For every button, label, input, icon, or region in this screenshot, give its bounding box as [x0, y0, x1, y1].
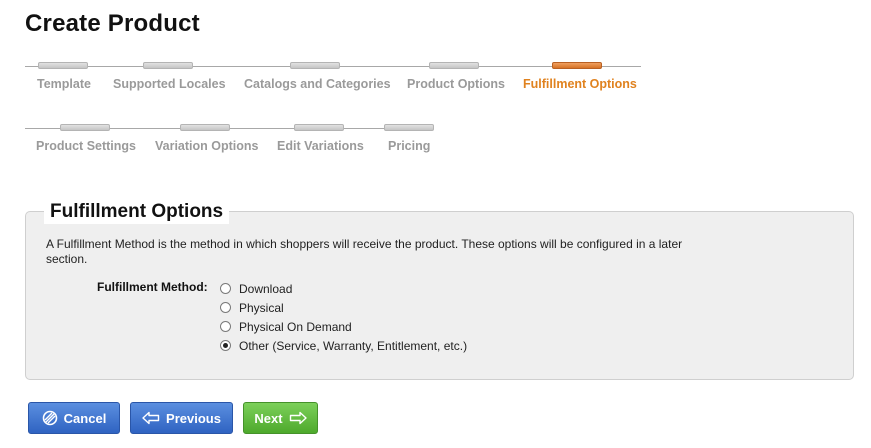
step-label: Template: [37, 77, 91, 91]
cancel-icon: [42, 410, 58, 426]
previous-button-label: Previous: [166, 410, 221, 426]
radio-button[interactable]: [220, 283, 231, 294]
cancel-button-label: Cancel: [63, 410, 107, 426]
next-button-label: Next: [254, 410, 283, 426]
arrow-left-icon: [142, 411, 160, 425]
next-button[interactable]: Next: [243, 402, 318, 434]
radio-label: Physical: [239, 300, 284, 315]
radio-button-selected[interactable]: [220, 340, 231, 351]
step-label: Supported Locales: [113, 77, 226, 91]
fulfillment-method-radio-group: Download Physical Physical On Demand Oth…: [220, 279, 467, 355]
radio-button[interactable]: [220, 321, 231, 332]
step-indicator: [294, 124, 344, 131]
step-indicator: [384, 124, 434, 131]
step-label: Variation Options: [155, 139, 259, 153]
step-indicator: [180, 124, 230, 131]
step-indicator: [290, 62, 340, 69]
step-indicator: [429, 62, 479, 69]
radio-option-physical-on-demand[interactable]: Physical On Demand: [220, 317, 467, 336]
step-indicator: [38, 62, 88, 69]
step-label: Fulfillment Options: [523, 77, 637, 91]
radio-label: Physical On Demand: [239, 319, 352, 334]
arrow-right-icon: [289, 411, 307, 425]
fulfillment-method-label: Fulfillment Method:: [97, 280, 208, 294]
wizard-steps-row-1: Template Supported Locales Catalogs and …: [0, 62, 871, 102]
radio-option-other[interactable]: Other (Service, Warranty, Entitlement, e…: [220, 336, 467, 355]
step-label: Catalogs and Categories: [244, 77, 391, 91]
radio-option-physical[interactable]: Physical: [220, 298, 467, 317]
section-description: A Fulfillment Method is the method in wh…: [46, 237, 683, 266]
radio-label: Other (Service, Warranty, Entitlement, e…: [239, 338, 468, 353]
page-title: Create Product: [25, 10, 200, 37]
step-label: Pricing: [388, 139, 431, 153]
radio-option-download[interactable]: Download: [220, 279, 467, 298]
step-indicator-active: [552, 62, 602, 69]
step-indicator: [143, 62, 193, 69]
cancel-button[interactable]: Cancel: [28, 402, 120, 434]
radio-button[interactable]: [220, 302, 231, 313]
step-label: Product Options: [407, 77, 505, 91]
step-label: Product Settings: [36, 139, 137, 153]
wizard-steps-row-2: Product Settings Variation Options Edit …: [0, 124, 871, 164]
step-label: Edit Variations: [277, 139, 364, 153]
radio-label: Download: [239, 281, 293, 296]
fulfillment-options-panel: Fulfillment Options A Fulfillment Method…: [25, 200, 854, 380]
section-title: Fulfillment Options: [44, 200, 230, 224]
previous-button[interactable]: Previous: [130, 402, 233, 434]
step-indicator: [60, 124, 110, 131]
